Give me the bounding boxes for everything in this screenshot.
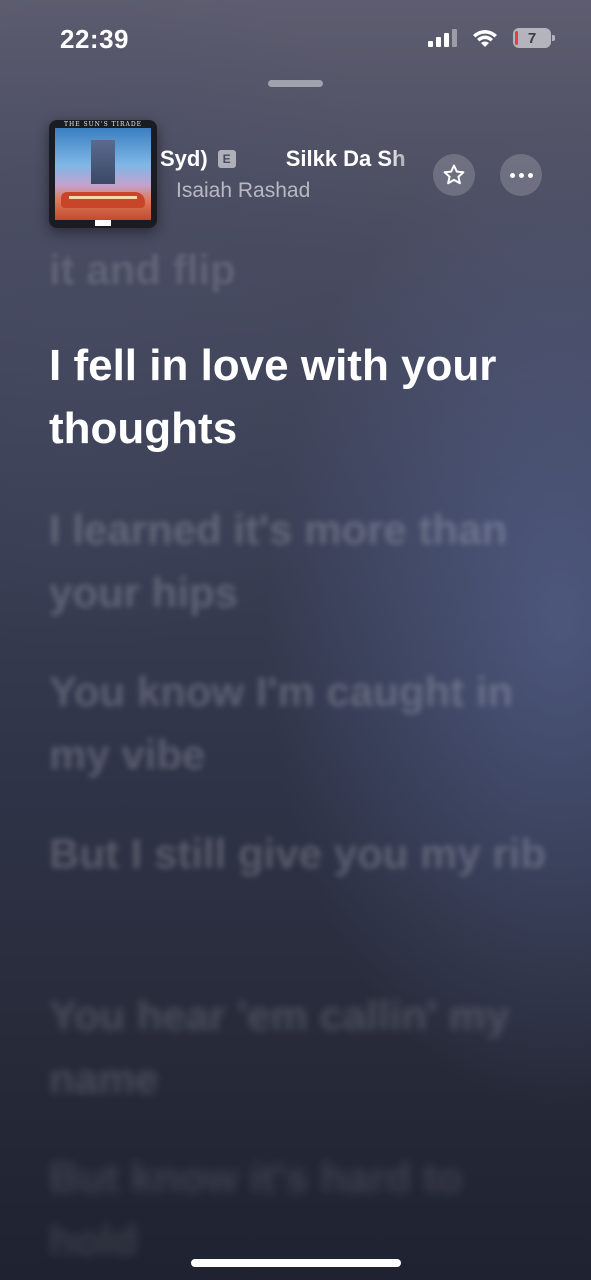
track-title-text: Syd) bbox=[160, 146, 208, 171]
sheet-grabber[interactable] bbox=[268, 80, 323, 87]
status-icons: 7 bbox=[428, 28, 555, 48]
lyric-line-upcoming[interactable]: But know it's hard to hold bbox=[49, 1146, 559, 1272]
cellular-signal-icon bbox=[428, 29, 457, 47]
explicit-badge: E bbox=[217, 150, 236, 168]
artist-name[interactable]: Isaiah Rashad bbox=[176, 179, 310, 203]
album-art-title: THE SUN'S TIRADE bbox=[63, 121, 143, 128]
favorite-button[interactable] bbox=[433, 154, 475, 196]
lyric-line-upcoming[interactable]: I learned it's more than your hips bbox=[49, 498, 559, 624]
album-art[interactable]: THE SUN'S TIRADE bbox=[49, 120, 157, 228]
lyric-line-previous[interactable]: it and flip bbox=[49, 238, 559, 301]
lyric-line-upcoming[interactable]: You hear 'em callin' my name bbox=[49, 984, 559, 1110]
wifi-icon bbox=[471, 28, 499, 48]
battery-level: 7 bbox=[527, 29, 537, 47]
track-title-marquee[interactable]: Syd) E Silkk Da Sh bbox=[160, 146, 426, 182]
track-title-text-repeat: Silkk Da Sh bbox=[285, 146, 406, 171]
lyric-line-upcoming[interactable]: You know I'm caught in my vibe bbox=[49, 660, 559, 786]
lyric-line-upcoming[interactable]: But I still give you my rib bbox=[49, 822, 559, 885]
status-time: 22:39 bbox=[60, 24, 129, 54]
home-indicator[interactable] bbox=[191, 1259, 401, 1267]
track-title: Syd) E Silkk Da Sh bbox=[160, 146, 406, 172]
parental-advisory-label bbox=[95, 220, 111, 226]
more-options-button[interactable] bbox=[500, 154, 542, 196]
album-art-building bbox=[91, 140, 115, 184]
star-icon bbox=[443, 164, 465, 185]
lyric-line-current[interactable]: I fell in love with your thoughts bbox=[49, 334, 559, 460]
album-art-car bbox=[61, 192, 145, 208]
battery-icon: 7 bbox=[513, 28, 555, 48]
more-icon bbox=[509, 172, 533, 178]
